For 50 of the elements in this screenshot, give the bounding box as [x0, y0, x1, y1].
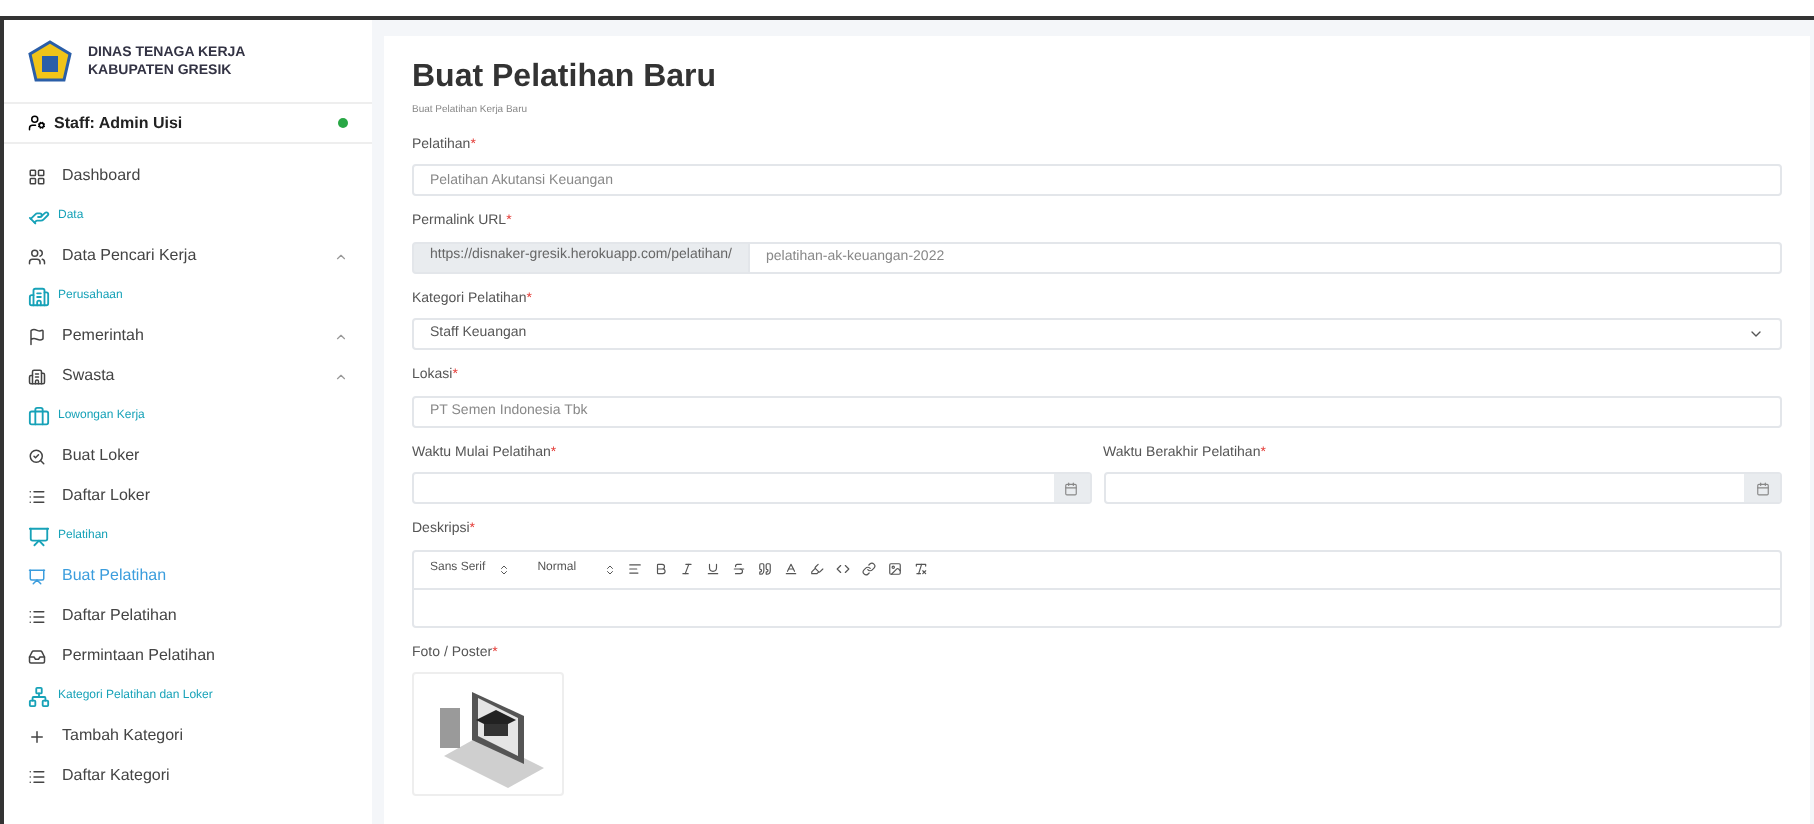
hierarchy-icon	[28, 685, 50, 707]
list-icon	[28, 487, 46, 505]
briefcase-icon	[28, 405, 50, 427]
nav-item[interactable]: Daftar Pelatihan	[4, 596, 372, 636]
bold-icon[interactable]	[654, 562, 669, 576]
align-icon[interactable]	[628, 562, 643, 576]
building-icon	[28, 367, 46, 385]
plus-icon	[28, 727, 46, 745]
list-icon	[28, 607, 46, 625]
list-icon	[28, 767, 46, 785]
date-field[interactable]	[1103, 472, 1782, 504]
flag-icon	[28, 327, 46, 345]
page-title: Buat Pelatihan Baru	[412, 60, 719, 96]
highlight-icon[interactable]	[810, 562, 825, 576]
hands-icon	[28, 205, 50, 227]
search-icon	[28, 447, 46, 465]
nav-item[interactable]: Pemerintah	[4, 316, 372, 356]
user-name: Staff: Admin Uisi	[54, 111, 185, 135]
nav-item[interactable]: Tambah Kategori	[4, 716, 372, 756]
strikethrough-icon[interactable]	[732, 562, 747, 576]
chevron-icon	[334, 249, 348, 263]
chevron-icon	[1748, 326, 1764, 342]
italic-icon[interactable]	[680, 562, 695, 576]
chevron-icon	[334, 329, 348, 343]
nav-item[interactable]: Daftar Kategori	[4, 756, 372, 796]
date-field[interactable]	[412, 472, 1091, 504]
image-icon[interactable]	[888, 562, 903, 576]
calendar-icon	[1064, 481, 1078, 495]
code-icon[interactable]	[836, 562, 851, 576]
building-icon	[28, 285, 50, 307]
nav-item[interactable]: Daftar Loker	[4, 476, 372, 516]
presentation-icon	[28, 525, 50, 547]
text-color-icon[interactable]	[784, 562, 799, 576]
nav-item[interactable]: Swasta	[4, 356, 372, 396]
chevron-icon	[334, 369, 348, 383]
underline-icon[interactable]	[706, 562, 721, 576]
nav-item[interactable]: Buat Loker	[4, 436, 372, 476]
emblem-icon	[28, 39, 72, 83]
calendar-icon	[1755, 481, 1769, 495]
nav-item[interactable]: Data Pencari Kerja	[4, 236, 372, 276]
clear-format-icon[interactable]	[914, 562, 929, 576]
quote-icon[interactable]	[758, 562, 773, 576]
user-icon	[28, 114, 46, 132]
users-icon	[28, 247, 46, 265]
link-icon[interactable]	[862, 562, 877, 576]
inbox-icon	[28, 647, 46, 665]
nav-item[interactable]: Dashboard	[4, 156, 372, 196]
presentation-icon	[28, 567, 46, 585]
nav-item[interactable]: Permintaan Pelatihan	[4, 636, 372, 676]
grid-icon	[28, 167, 46, 185]
